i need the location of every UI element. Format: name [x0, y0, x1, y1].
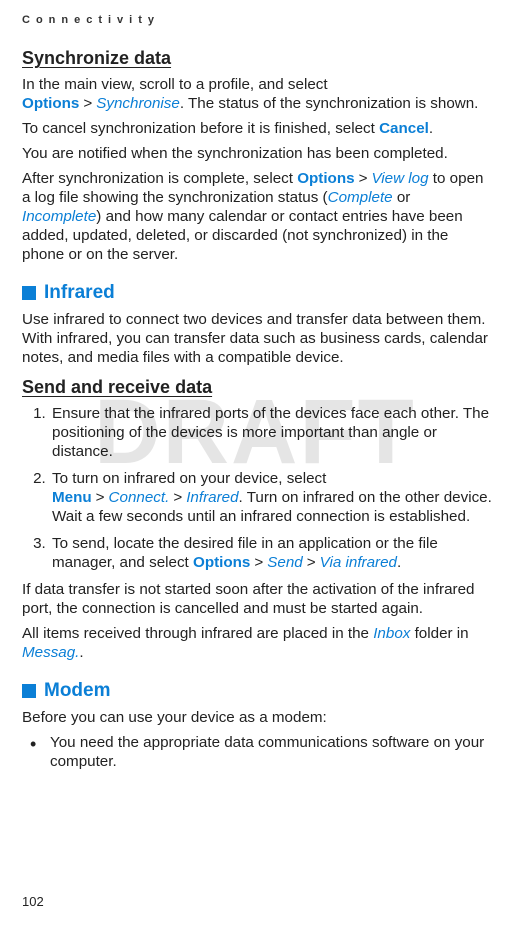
ui-term-inbox: Inbox	[373, 625, 410, 642]
ordered-list: Ensure that the infrared ports of the de…	[22, 404, 492, 572]
list-item: Ensure that the infrared ports of the de…	[50, 404, 492, 461]
list-item: To send, locate the desired file in an a…	[50, 534, 492, 572]
paragraph: Before you can use your device as a mode…	[22, 708, 492, 727]
square-icon	[22, 684, 36, 698]
paragraph: You are notified when the synchronizatio…	[22, 144, 492, 163]
bullet-list: You need the appropriate data communicat…	[22, 733, 492, 771]
ui-term-cancel: Cancel	[379, 120, 429, 137]
ui-term-messag: Messag.	[22, 644, 79, 661]
ui-term-complete: Complete	[328, 189, 393, 206]
paragraph: In the main view, scroll to a profile, a…	[22, 75, 492, 113]
ui-term-menu: Menu	[52, 489, 92, 506]
list-item: You need the appropriate data communicat…	[44, 733, 492, 771]
heading-synchronize-data: Synchronize data	[22, 48, 492, 69]
ui-term-view-log: View log	[371, 170, 428, 187]
list-item: To turn on infrared on your device, sele…	[50, 469, 492, 526]
ui-term-connect: Connect.	[109, 489, 170, 506]
ui-term-options: Options	[193, 554, 250, 571]
heading-infrared: Infrared	[22, 282, 492, 304]
paragraph: After synchronization is complete, selec…	[22, 169, 492, 264]
paragraph: To cancel synchronization before it is f…	[22, 119, 492, 138]
paragraph: All items received through infrared are …	[22, 624, 492, 662]
paragraph: If data transfer is not started soon aft…	[22, 580, 492, 618]
heading-modem: Modem	[22, 680, 492, 702]
ui-term-synchronise: Synchronise	[96, 95, 180, 112]
heading-send-receive: Send and receive data	[22, 377, 492, 398]
paragraph: Use infrared to connect two devices and …	[22, 310, 492, 367]
ui-term-options: Options	[22, 95, 79, 112]
ui-term-send: Send	[267, 554, 302, 571]
ui-term-via-infrared: Via infrared	[320, 554, 397, 571]
ui-term-options: Options	[297, 170, 354, 187]
page-number: 102	[22, 894, 44, 909]
ui-term-incomplete: Incomplete	[22, 208, 96, 225]
square-icon	[22, 286, 36, 300]
ui-term-infrared: Infrared	[186, 489, 238, 506]
running-header: Connectivity	[22, 14, 492, 26]
